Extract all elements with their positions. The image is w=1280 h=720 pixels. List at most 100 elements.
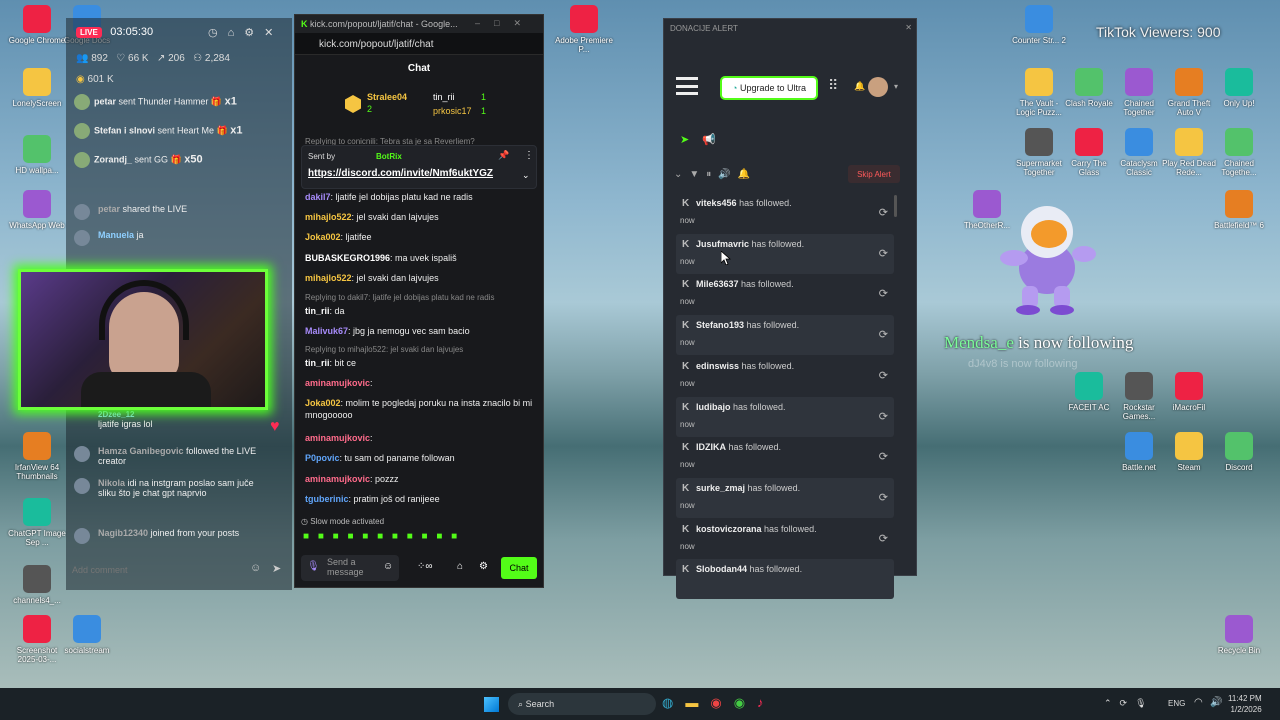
replay-icon[interactable]: ⟳ bbox=[879, 491, 888, 504]
window-controls[interactable]: –□✕ bbox=[475, 18, 535, 29]
replay-icon[interactable]: ⟳ bbox=[879, 369, 888, 382]
replay-icon[interactable]: ⟳ bbox=[879, 287, 888, 300]
desktop-icon[interactable]: Battlefield™ 6 bbox=[1210, 190, 1268, 230]
bell-icon[interactable]: 🔔 bbox=[738, 169, 757, 180]
hamburger-icon[interactable] bbox=[676, 77, 698, 95]
chat-send-button[interactable]: Chat bbox=[501, 557, 537, 579]
more-options-icon[interactable]: ⋮ bbox=[524, 150, 534, 161]
message-user[interactable]: Joka002 bbox=[305, 232, 341, 242]
desktop-icon[interactable]: WhatsApp Web bbox=[8, 190, 66, 230]
desktop-icon[interactable]: LonelyScreen bbox=[8, 68, 66, 108]
message-input[interactable]: 🎙 Send a message ☺ bbox=[301, 555, 399, 581]
emote-icon[interactable]: ■ ■ ■ ■ ■ ■ ■ ■ ■ ■ ■ bbox=[303, 531, 460, 542]
desktop-icon[interactable]: iMacroFil bbox=[1160, 372, 1218, 412]
file-explorer-icon[interactable]: ▬ bbox=[685, 695, 710, 710]
replay-icon[interactable]: ⟳ bbox=[879, 328, 888, 341]
replay-icon[interactable]: ⟳ bbox=[879, 450, 888, 463]
chevron-up-icon[interactable]: ⌃ bbox=[1104, 698, 1120, 708]
replay-icon[interactable]: ⟳ bbox=[879, 532, 888, 545]
desktop-icon[interactable]: channels4_... bbox=[8, 565, 66, 605]
emoji-icon[interactable]: ☺ bbox=[250, 562, 261, 574]
comment-input[interactable] bbox=[72, 561, 252, 579]
language-indicator[interactable]: ENG bbox=[1168, 699, 1185, 708]
scrollbar[interactable] bbox=[894, 195, 897, 217]
desktop-icon[interactable]: Chained Togethe... bbox=[1210, 128, 1268, 177]
avatar[interactable] bbox=[868, 77, 888, 97]
chevron-icon[interactable]: ⌄ bbox=[674, 169, 689, 180]
follow-alert-row[interactable]: Kludibajo has followed. now ⟳ bbox=[676, 396, 894, 437]
settings-icon[interactable]: ⚙ bbox=[479, 561, 488, 572]
chevron-down-icon[interactable]: ⌄ bbox=[522, 170, 530, 181]
close-icon[interactable]: ✕ bbox=[264, 27, 283, 39]
message-user[interactable]: Joka002 bbox=[305, 398, 341, 408]
follow-alert-row[interactable]: K Slobodan44 has followed. bbox=[676, 559, 894, 600]
desktop-icon[interactable]: Discord bbox=[1210, 432, 1268, 472]
tiktok-icon[interactable]: ♪ bbox=[757, 695, 776, 710]
follow-alert-row[interactable]: Kedinswiss has followed. now ⟳ bbox=[676, 355, 894, 396]
pin-icon[interactable]: 📌 bbox=[498, 150, 509, 161]
desktop-icon[interactable]: Counter Str... 2 bbox=[1010, 5, 1068, 45]
heart-icon[interactable]: ♥ bbox=[270, 418, 280, 436]
pin-link[interactable]: https://discord.com/invite/Nmf6uktYGZ bbox=[308, 168, 493, 179]
desktop-icon[interactable]: Only Up! bbox=[1210, 68, 1268, 108]
message-user[interactable]: aminamujkovic bbox=[305, 378, 370, 388]
message-user[interactable]: mihajlo522 bbox=[305, 273, 352, 283]
send-tab-icon[interactable]: ➤ bbox=[680, 133, 689, 146]
chevron-down-icon[interactable]: ▾ bbox=[894, 82, 898, 91]
follow-alert-row[interactable]: Kkostoviczorana has followed. now ⟳ bbox=[676, 518, 894, 559]
message-user[interactable]: tin_rii bbox=[305, 306, 330, 316]
upgrade-button[interactable]: ◔ Upgrade to Ultra bbox=[720, 76, 818, 100]
mic-icon[interactable]: 🎙 bbox=[307, 561, 320, 572]
skip-alert-button[interactable]: Skip Alert bbox=[848, 165, 900, 183]
desktop-icon[interactable]: Adobe Premiere P... bbox=[555, 5, 613, 54]
edge-icon[interactable]: ◍ bbox=[662, 695, 685, 710]
desktop-icon[interactable]: socialstream bbox=[58, 615, 116, 655]
wifi-icon[interactable]: ◠ bbox=[1194, 697, 1203, 708]
volume-icon[interactable]: 🔊 bbox=[1210, 697, 1222, 708]
bell-icon[interactable]: 🔔 bbox=[854, 81, 865, 92]
lock-icon[interactable]: ⌂ bbox=[228, 27, 245, 39]
search-box[interactable]: ⌕ Search bbox=[508, 693, 656, 715]
replay-icon[interactable]: ⟳ bbox=[879, 206, 888, 219]
megaphone-tab-icon[interactable]: 📢 bbox=[702, 133, 716, 146]
message-user[interactable]: dakil7 bbox=[305, 192, 331, 202]
message-user[interactable]: tin_rii bbox=[305, 358, 330, 368]
sync-icon[interactable]: ⟳ bbox=[1120, 698, 1136, 708]
message-user[interactable]: mihajlo522 bbox=[305, 212, 352, 222]
desktop-icon[interactable]: HD wallpa... bbox=[8, 135, 66, 175]
tools-icon[interactable]: ⁘∞ bbox=[417, 561, 433, 572]
apps-grid-icon[interactable]: ⠿ bbox=[828, 77, 838, 94]
emoji-picker-icon[interactable]: ☺ bbox=[383, 561, 393, 572]
chrome-alt-icon[interactable]: ◉ bbox=[734, 695, 757, 710]
follow-alert-row[interactable]: K Stefano193 has followed. now ⟳ bbox=[676, 315, 894, 356]
chrome-icon[interactable]: ◉ bbox=[710, 695, 733, 710]
desktop-icon[interactable]: ChatGPT Image Sep ... bbox=[8, 498, 66, 547]
follow-alert-row[interactable]: K Mile63637 has followed. now ⟳ bbox=[676, 274, 894, 315]
follow-alert-row[interactable]: K IDZIKA has followed. now ⟳ bbox=[676, 437, 894, 478]
message-user[interactable]: aminamujkovic bbox=[305, 433, 370, 443]
store-icon[interactable]: ⌂ bbox=[457, 561, 463, 572]
address-bar[interactable]: kick.com/popout/ljatif/chat bbox=[295, 33, 543, 55]
replay-icon[interactable]: ⟳ bbox=[879, 247, 888, 260]
message-user[interactable]: P0povic bbox=[305, 453, 340, 463]
message-user[interactable]: BUBASKEGRO1996 bbox=[305, 253, 390, 263]
volume-icon[interactable]: 🔊 bbox=[718, 169, 737, 180]
message-user[interactable]: aminamujkovic bbox=[305, 474, 370, 484]
desktop-icon[interactable]: Recycle Bin bbox=[1210, 615, 1268, 655]
follow-alert-row[interactable]: Kviteks456 has followed. now ⟳ bbox=[676, 193, 894, 233]
message-user[interactable]: tguberinic bbox=[305, 494, 349, 504]
clock[interactable]: 11:42 PM 1/2/2026 bbox=[1228, 693, 1262, 715]
message-user[interactable]: Malivuk67 bbox=[305, 326, 348, 336]
send-icon[interactable]: ➤ bbox=[272, 562, 281, 575]
time-icon[interactable]: ◷ bbox=[208, 27, 228, 39]
follow-alert-row[interactable]: K Jusufmavric has followed. now ⟳ bbox=[676, 233, 894, 274]
filter-icon[interactable]: ▼ bbox=[689, 169, 706, 180]
desktop-icon[interactable]: IrfanView 64 Thumbnails bbox=[8, 432, 66, 481]
settings-icon[interactable]: ⚙ bbox=[244, 27, 264, 39]
start-button[interactable] bbox=[484, 697, 499, 712]
close-icon[interactable]: ✕ bbox=[905, 23, 912, 32]
pause-icon[interactable]: ⏸ bbox=[706, 169, 718, 180]
follow-alert-row[interactable]: Ksurke_zmaj has followed. now ⟳ bbox=[676, 477, 894, 518]
mic-icon[interactable]: 🎙 bbox=[1135, 698, 1154, 708]
replay-icon[interactable]: ⟳ bbox=[879, 410, 888, 423]
